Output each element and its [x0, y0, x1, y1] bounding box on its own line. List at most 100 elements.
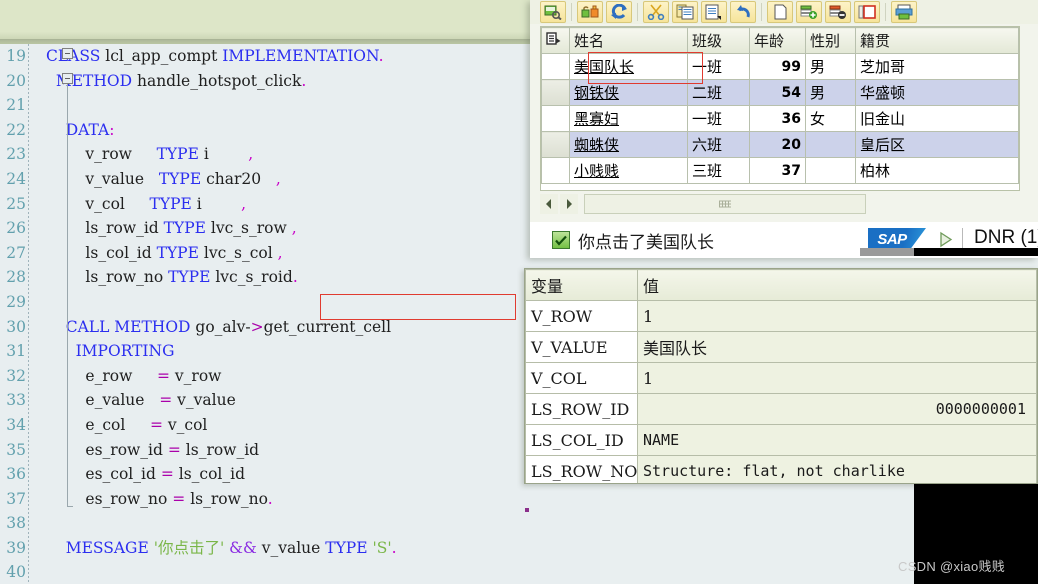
- code-line[interactable]: 28 ls_row_no TYPE lvc_s_roid.: [0, 265, 600, 290]
- select-all-icon[interactable]: [541, 27, 570, 54]
- code-line[interactable]: 19 CLASS lcl_app_compt IMPLEMENTATION.: [0, 44, 600, 69]
- code-line[interactable]: 35 es_row_id = ls_row_id: [0, 438, 600, 463]
- alv-cell-origin[interactable]: 芝加哥: [855, 53, 1019, 80]
- alv-table-row[interactable]: 钢铁侠 二班 54 男华盛顿: [541, 79, 1019, 106]
- debugger-variable-value[interactable]: 1: [637, 362, 1037, 394]
- alv-cell-class[interactable]: 六班: [687, 131, 750, 158]
- alv-col-header-origin[interactable]: 籍贯: [855, 27, 1019, 54]
- alv-cell-age[interactable]: 99: [749, 53, 806, 80]
- code-line[interactable]: 38: [0, 511, 600, 536]
- alv-cell-gender[interactable]: 男: [805, 53, 856, 80]
- debugger-col-header-variable[interactable]: 变量: [525, 269, 638, 301]
- sap-alv-grid-window[interactable]: 姓名 班级 年龄 性别 籍贯 美国队长 一班 99 男芝加哥 钢铁侠 二班 54 男华盛顿 黑寡…: [530, 0, 1038, 258]
- copy-icon[interactable]: [672, 1, 698, 23]
- alv-row-selector[interactable]: [541, 79, 570, 106]
- code-line[interactable]: 31 IMPORTING: [0, 339, 600, 364]
- copy-row-icon[interactable]: [854, 1, 880, 23]
- code-line[interactable]: 21: [0, 93, 600, 118]
- lock-unlock-icon[interactable]: [577, 1, 603, 23]
- alv-row-selector[interactable]: [541, 157, 570, 184]
- alv-table-row[interactable]: 美国队长 一班 99 男芝加哥: [541, 53, 1019, 80]
- code-line[interactable]: 34 e_col = v_col: [0, 413, 600, 438]
- alv-table-body[interactable]: 美国队长 一班 99 男芝加哥 钢铁侠 二班 54 男华盛顿 黑寡妇 一班 36 女旧金山 蜘蛛侠 六班 2…: [541, 53, 1019, 184]
- alv-cell-gender[interactable]: [805, 131, 856, 158]
- scroll-right-arrow-icon[interactable]: [560, 194, 578, 214]
- debugger-variable-name[interactable]: LS_COL_ID: [525, 424, 638, 456]
- code-line[interactable]: 30 CALL METHOD go_alv->get_current_cell: [0, 315, 600, 340]
- alv-grid[interactable]: 姓名 班级 年龄 性别 籍贯 美国队长 一班 99 男芝加哥 钢铁侠 二班 54 男华盛顿 黑寡…: [540, 26, 1020, 191]
- debugger-table-body[interactable]: V_ROW 1 V_VALUE 美国队长 V_COL 1 LS_ROW_ID 00000000…: [525, 300, 1037, 483]
- debugger-variable-name[interactable]: LS_ROW_NO: [525, 455, 638, 483]
- debugger-variable-value[interactable]: Structure: flat, not charlike: [637, 455, 1037, 483]
- alv-cell-name[interactable]: 小贱贱: [569, 157, 688, 184]
- debugger-variable-name[interactable]: V_VALUE: [525, 331, 638, 363]
- code-line[interactable]: 37 es_row_no = ls_row_no.: [0, 487, 600, 512]
- alv-table-row[interactable]: 蜘蛛侠 六班 20 皇后区: [541, 131, 1019, 158]
- delete-row-icon[interactable]: [825, 1, 851, 23]
- alv-cell-age[interactable]: 36: [749, 105, 806, 132]
- code-line[interactable]: 26 ls_row_id TYPE lvc_s_row ,: [0, 216, 600, 241]
- alv-cell-gender[interactable]: [805, 157, 856, 184]
- debugger-table-row[interactable]: V_ROW 1: [525, 300, 1037, 332]
- code-line[interactable]: 39 MESSAGE '你点击了' && v_value TYPE 'S'.: [0, 536, 600, 561]
- debugger-table-row[interactable]: LS_ROW_NO Structure: flat, not charlike: [525, 455, 1037, 483]
- detail-icon[interactable]: [540, 1, 566, 23]
- debugger-variables-panel[interactable]: 变量 值 V_ROW 1 V_VALUE 美国队长 V_COL 1 LS_ROW_ID 000…: [524, 268, 1038, 484]
- new-document-icon[interactable]: [767, 1, 793, 23]
- code-line[interactable]: 36 es_col_id = ls_col_id: [0, 462, 600, 487]
- code-line[interactable]: 20 METHOD handle_hotspot_click.: [0, 69, 600, 94]
- alv-cell-class[interactable]: 二班: [687, 79, 750, 106]
- alv-cell-name[interactable]: 黑寡妇: [569, 105, 688, 132]
- alv-row-selector[interactable]: [541, 53, 570, 80]
- debugger-variable-name[interactable]: LS_ROW_ID: [525, 393, 638, 425]
- abap-code-editor[interactable]: 19 CLASS lcl_app_compt IMPLEMENTATION. 20 …: [0, 44, 600, 584]
- debugger-col-header-value[interactable]: 值: [637, 269, 1037, 301]
- fold-marker-class[interactable]: [62, 48, 73, 59]
- alv-cell-name[interactable]: 钢铁侠: [569, 79, 688, 106]
- code-line[interactable]: 23 v_row TYPE i ,: [0, 142, 600, 167]
- alv-toolbar[interactable]: [530, 0, 1038, 24]
- alv-cell-origin[interactable]: 皇后区: [855, 131, 1019, 158]
- code-line[interactable]: 32 e_row = v_row: [0, 364, 600, 389]
- debugger-table-row[interactable]: LS_ROW_ID 0000000001: [525, 393, 1037, 425]
- paste-icon[interactable]: [701, 1, 727, 23]
- alv-cell-origin[interactable]: 旧金山: [855, 105, 1019, 132]
- alv-col-header-class[interactable]: 班级: [687, 27, 750, 54]
- alv-col-header-name[interactable]: 姓名: [569, 27, 688, 54]
- code-line[interactable]: 29: [0, 290, 600, 315]
- alv-cell-age[interactable]: 54: [749, 79, 806, 106]
- scroll-track[interactable]: [584, 194, 866, 214]
- alv-cell-gender[interactable]: 男: [805, 79, 856, 106]
- scroll-thumb-grip[interactable]: [719, 200, 731, 208]
- code-line[interactable]: 40: [0, 560, 600, 584]
- debugger-variable-name[interactable]: V_COL: [525, 362, 638, 394]
- alv-table[interactable]: 姓名 班级 年龄 性别 籍贯 美国队长 一班 99 男芝加哥 钢铁侠 二班 54 男华盛顿 黑寡…: [541, 27, 1019, 184]
- undo-icon[interactable]: [730, 1, 756, 23]
- debugger-table-row[interactable]: V_COL 1: [525, 362, 1037, 394]
- debugger-variable-value[interactable]: NAME: [637, 424, 1037, 456]
- print-icon[interactable]: [891, 1, 917, 23]
- debugger-table-row[interactable]: V_VALUE 美国队长: [525, 331, 1037, 363]
- alv-cell-origin[interactable]: 柏林: [855, 157, 1019, 184]
- alv-col-header-age[interactable]: 年龄: [749, 27, 806, 54]
- alv-cell-class[interactable]: 一班: [687, 105, 750, 132]
- alv-cell-age[interactable]: 37: [749, 157, 806, 184]
- code-line[interactable]: 25 v_col TYPE i ,: [0, 192, 600, 217]
- code-line[interactable]: 33 e_value = v_value: [0, 388, 600, 413]
- alv-cell-gender[interactable]: 女: [805, 105, 856, 132]
- code-lines-container[interactable]: 19 CLASS lcl_app_compt IMPLEMENTATION. 20 …: [0, 44, 600, 584]
- debugger-variable-name[interactable]: V_ROW: [525, 300, 638, 332]
- cut-icon[interactable]: [643, 1, 669, 23]
- alv-cell-name[interactable]: 美国队长: [569, 53, 688, 80]
- alv-row-selector[interactable]: [541, 131, 570, 158]
- alv-table-row[interactable]: 黑寡妇 一班 36 女旧金山: [541, 105, 1019, 132]
- debugger-variable-value[interactable]: 1: [637, 300, 1037, 332]
- fold-marker-method[interactable]: [62, 73, 73, 84]
- alv-horizontal-scrollbar[interactable]: [540, 193, 1020, 215]
- alv-row-selector[interactable]: [541, 105, 570, 132]
- refresh-icon[interactable]: [606, 1, 632, 23]
- debugger-table-row[interactable]: LS_COL_ID NAME: [525, 424, 1037, 456]
- alv-cell-class[interactable]: 三班: [687, 157, 750, 184]
- debugger-variable-value[interactable]: 0000000001: [637, 393, 1037, 425]
- debugger-variable-value[interactable]: 美国队长: [637, 331, 1037, 363]
